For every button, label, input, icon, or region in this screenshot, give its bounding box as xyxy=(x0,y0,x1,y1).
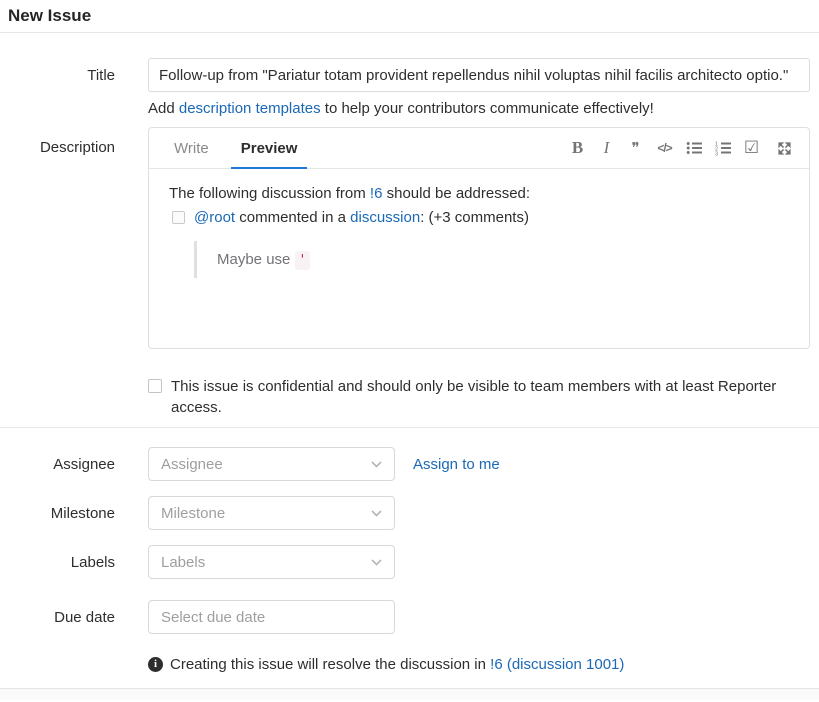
inline-link[interactable]: @root xyxy=(194,209,235,226)
info-icon: i xyxy=(148,657,163,672)
confidential-checkbox[interactable] xyxy=(148,379,162,393)
assignee-dropdown[interactable]: Assignee xyxy=(148,447,395,481)
milestone-row: Milestone Milestone xyxy=(0,496,819,530)
quote-icon[interactable]: ❞ xyxy=(627,128,644,168)
task-list-icon[interactable]: ☑ xyxy=(743,128,760,168)
resolve-note: i Creating this issue will resolve the d… xyxy=(148,656,819,673)
title-input[interactable] xyxy=(148,58,810,92)
due-date-label: Due date xyxy=(0,609,115,626)
markdown-toolbar: B I ❞ </> 1 2 xyxy=(557,128,793,168)
italic-icon[interactable]: I xyxy=(598,128,615,168)
inline-link[interactable]: description templates xyxy=(179,100,321,117)
due-date-input[interactable] xyxy=(148,600,395,634)
inline-link[interactable]: !6 xyxy=(370,185,383,202)
labels-dropdown[interactable]: Labels xyxy=(148,545,395,579)
fullscreen-icon[interactable] xyxy=(776,128,793,168)
chevron-down-icon xyxy=(371,510,382,517)
confidential-label: This issue is confidential and should on… xyxy=(171,376,810,418)
code-icon[interactable]: </> xyxy=(656,128,673,168)
due-date-row: Due date xyxy=(0,600,819,634)
inline-code: ' xyxy=(295,251,311,270)
resolve-note-text: Creating this issue will resolve the dis… xyxy=(170,656,624,673)
title-help-text: Add description templates to help your c… xyxy=(148,100,819,117)
page-title: New Issue xyxy=(8,6,819,26)
assignee-row: Assignee Assignee Assign to me xyxy=(0,447,819,481)
svg-text:3: 3 xyxy=(715,152,718,157)
markdown-preview: The following discussion from !6 should … xyxy=(149,169,809,348)
description-row: Description Write Preview B I ❞ </> xyxy=(0,127,819,349)
footer-bar xyxy=(0,688,819,700)
tab-write[interactable]: Write xyxy=(164,128,219,168)
chevron-down-icon xyxy=(371,559,382,566)
milestone-dropdown-value: Milestone xyxy=(161,505,225,522)
preview-task-text: @root commented in a discussion: (+3 com… xyxy=(194,209,529,226)
section-divider xyxy=(0,427,819,428)
labels-row: Labels Labels xyxy=(0,545,819,579)
preview-task-item: @root commented in a discussion: (+3 com… xyxy=(169,209,789,226)
title-row: Title xyxy=(0,58,819,92)
numbered-list-icon[interactable]: 1 2 3 xyxy=(714,128,731,168)
tab-preview[interactable]: Preview xyxy=(231,128,308,168)
task-checkbox xyxy=(172,211,185,224)
bold-icon[interactable]: B xyxy=(569,128,586,168)
markdown-editor-header: Write Preview B I ❞ </> xyxy=(149,128,809,169)
confidential-row: This issue is confidential and should on… xyxy=(148,376,819,418)
chevron-down-icon xyxy=(371,461,382,468)
milestone-dropdown[interactable]: Milestone xyxy=(148,496,395,530)
inline-link[interactable]: discussion xyxy=(350,209,420,226)
page-header: New Issue xyxy=(0,0,819,33)
preview-blockquote: Maybe use ' xyxy=(194,241,789,278)
bullet-list-icon[interactable] xyxy=(685,128,702,168)
assignee-label: Assignee xyxy=(0,456,115,473)
assignee-dropdown-value: Assignee xyxy=(161,456,223,473)
inline-link[interactable]: !6 (discussion 1001) xyxy=(490,656,624,673)
description-label: Description xyxy=(0,127,115,156)
markdown-editor: Write Preview B I ❞ </> xyxy=(148,127,810,349)
labels-dropdown-value: Labels xyxy=(161,554,205,571)
preview-intro: The following discussion from !6 should … xyxy=(169,185,789,202)
title-label: Title xyxy=(0,67,115,84)
labels-label: Labels xyxy=(0,554,115,571)
assign-to-me-link[interactable]: Assign to me xyxy=(413,456,500,473)
milestone-label: Milestone xyxy=(0,505,115,522)
